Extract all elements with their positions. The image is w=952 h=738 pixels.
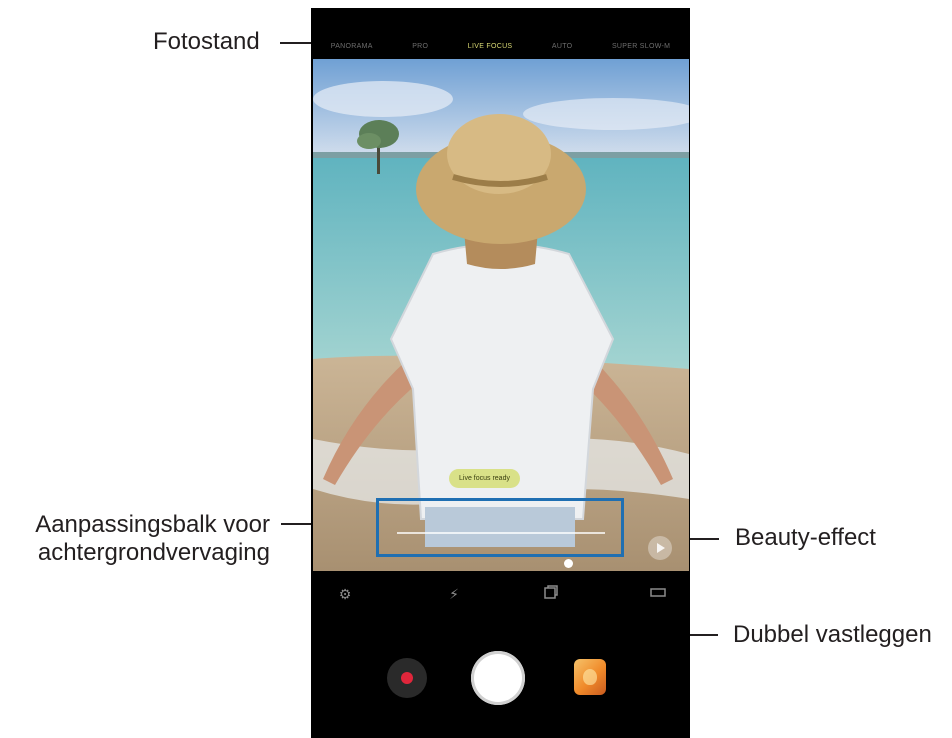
callout-aanpassingsbalk: Aanpassingsbalk voor achtergrondvervagin…	[0, 511, 270, 567]
callout-line-fotostand	[280, 42, 311, 44]
callout-aanpassingsbalk-line1: Aanpassingsbalk voor	[35, 511, 270, 538]
blur-slider-knob[interactable]	[563, 559, 573, 568]
settings-icon[interactable]: ⚙	[335, 584, 355, 604]
aspect-ratio-icon[interactable]	[648, 584, 668, 604]
camera-screen: PANORAMA PRO LIVE FOCUS AUTO SUPER SLOW-…	[311, 8, 690, 738]
mode-auto[interactable]: AUTO	[552, 43, 573, 50]
mode-live-focus[interactable]: LIVE FOCUS	[468, 43, 513, 50]
flash-icon[interactable]: ⚡	[444, 584, 464, 604]
callout-beauty-effect: Beauty-effect	[735, 524, 876, 551]
mode-selector[interactable]: PANORAMA PRO LIVE FOCUS AUTO SUPER SLOW-…	[311, 34, 690, 58]
mode-super-slow[interactable]: SUPER SLOW-M	[612, 43, 670, 50]
camera-toolbar: ⚙ ⚡	[311, 584, 690, 604]
callout-fotostand: Fotostand	[153, 28, 260, 55]
camera-preview[interactable]: Live focus ready	[313, 59, 689, 571]
shutter-button[interactable]	[471, 651, 525, 705]
callout-dubbel-vastleggen: Dubbel vastleggen	[733, 621, 932, 648]
mode-pro[interactable]: PRO	[412, 43, 428, 50]
live-focus-status: Live focus ready	[449, 469, 520, 488]
preview-photo	[313, 59, 689, 571]
mode-panorama[interactable]: PANORAMA	[331, 43, 373, 50]
blur-adjustment-bar[interactable]	[376, 498, 624, 568]
callout-aanpassingsbalk-line2: achtergrondvervaging	[37, 539, 270, 566]
dual-capture-icon[interactable]	[541, 584, 561, 604]
blur-slider-track[interactable]	[397, 532, 605, 568]
gallery-thumbnail[interactable]	[574, 659, 606, 695]
record-button[interactable]	[387, 658, 427, 698]
capture-controls	[311, 648, 690, 708]
beauty-effect-button[interactable]	[648, 536, 672, 560]
